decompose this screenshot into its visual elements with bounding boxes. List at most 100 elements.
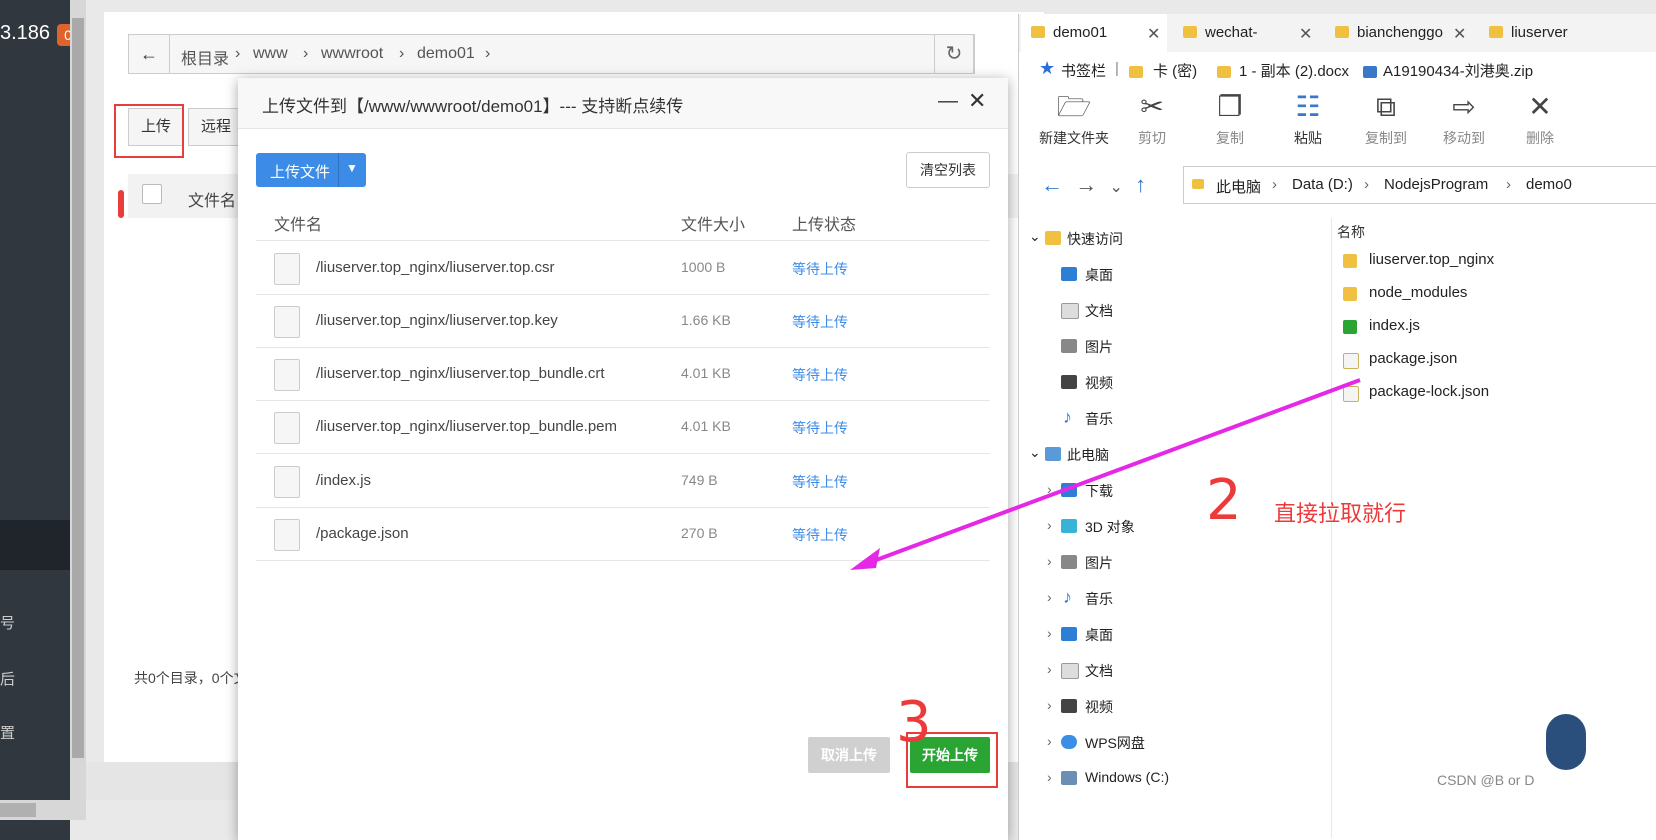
scrollbar-thumb[interactable]: [0, 803, 36, 817]
tree-item[interactable]: 下载: [1085, 481, 1113, 501]
tree-item[interactable]: WPS网盘: [1085, 733, 1145, 753]
breadcrumb-item[interactable]: demo01: [417, 45, 475, 63]
tree-item[interactable]: 桌面: [1085, 625, 1113, 645]
address-bar[interactable]: 此电脑 › Data (D:) › NodejsProgram › demo0: [1183, 166, 1656, 204]
file-size: 270 B: [681, 525, 718, 541]
column-filename[interactable]: 文件名: [188, 187, 236, 211]
tree-item[interactable]: 音乐: [1085, 409, 1113, 429]
bookmark-item[interactable]: A19190434-刘港奥.zip: [1383, 60, 1533, 81]
file-size: 1.66 KB: [681, 312, 731, 328]
star-icon: ★: [1039, 58, 1056, 78]
tree-item[interactable]: 文档: [1085, 661, 1113, 681]
vertical-scrollbar[interactable]: [70, 0, 86, 800]
breadcrumb-item[interactable]: www: [253, 45, 288, 63]
chevron-down-icon[interactable]: ⌄: [1109, 179, 1122, 196]
tree-item[interactable]: 桌面: [1085, 265, 1113, 285]
address-segment[interactable]: NodejsProgram: [1384, 176, 1488, 193]
button-separator: [338, 153, 339, 187]
breadcrumb-item[interactable]: 根目录: [181, 45, 229, 69]
file-list-item[interactable]: index.js: [1369, 317, 1420, 334]
tree-item-quick-access[interactable]: 快速访问: [1067, 229, 1123, 249]
scrollbar-thumb[interactable]: [72, 18, 84, 758]
copy-icon: ❐: [1217, 91, 1243, 122]
file-list-item[interactable]: package-lock.json: [1369, 383, 1489, 400]
json-file-icon: [1343, 386, 1359, 402]
close-icon[interactable]: ✕: [1147, 24, 1160, 44]
tree-item[interactable]: 图片: [1085, 553, 1113, 573]
chevron-down-icon[interactable]: ⌄: [1029, 444, 1041, 461]
file-list-item[interactable]: node_modules: [1369, 284, 1467, 301]
sidebar-item-fragment[interactable]: 号: [0, 612, 15, 633]
bookmark-folder-label[interactable]: 书签栏: [1061, 60, 1106, 81]
chevron-right-icon[interactable]: ›: [1047, 661, 1052, 677]
chevron-right-icon[interactable]: ›: [1047, 769, 1052, 785]
tab-bianchenggo[interactable]: bianchenggo ✕: [1325, 14, 1475, 52]
chevron-right-icon[interactable]: ›: [1047, 589, 1052, 605]
sidebar-item-fragment[interactable]: 后: [0, 668, 15, 689]
sidebar-item-fragment[interactable]: 置: [0, 722, 15, 743]
upload-row[interactable]: /liuserver.top_nginx/liuserver.top_bundl…: [256, 347, 990, 401]
close-icon[interactable]: ✕: [1453, 24, 1466, 44]
tree-item[interactable]: 音乐: [1085, 589, 1113, 609]
tree-item[interactable]: 视频: [1085, 697, 1113, 717]
close-icon[interactable]: ✕: [968, 88, 986, 114]
chevron-right-icon[interactable]: ›: [1047, 625, 1052, 641]
minimize-icon[interactable]: —: [938, 90, 958, 113]
address-segment[interactable]: demo0: [1526, 176, 1572, 193]
tree-item[interactable]: 图片: [1085, 337, 1113, 357]
tree-item[interactable]: 文档: [1085, 301, 1113, 321]
chevron-down-icon[interactable]: ⌄: [1029, 228, 1041, 245]
upload-row[interactable]: /package.json 270 B 等待上传: [256, 507, 990, 561]
move-to-button[interactable]: ⇨ 移动到: [1427, 90, 1501, 148]
horizontal-scrollbar[interactable]: [0, 800, 86, 820]
cut-button[interactable]: ✂ 剪切: [1115, 90, 1189, 148]
upload-file-button[interactable]: 上传文件 ▼: [256, 153, 366, 187]
delete-button[interactable]: ✕ 删除: [1503, 90, 1577, 148]
arrow-left-icon[interactable]: ←: [1041, 172, 1063, 197]
refresh-icon[interactable]: ↻: [934, 34, 974, 74]
arrow-right-icon[interactable]: →: [1075, 172, 1097, 197]
file-list-item[interactable]: liuserver.top_nginx: [1369, 251, 1494, 268]
chevron-right-icon[interactable]: ›: [1047, 697, 1052, 713]
file-list-item[interactable]: package.json: [1369, 350, 1457, 367]
select-all-checkbox[interactable]: [142, 184, 162, 204]
chevron-right-icon[interactable]: ›: [1047, 733, 1052, 749]
tree-item[interactable]: 视频: [1085, 373, 1113, 393]
chevron-right-icon: ›: [303, 45, 309, 62]
caret-down-icon[interactable]: ▼: [346, 161, 358, 175]
tree-item[interactable]: Windows (C:): [1085, 769, 1169, 785]
chevron-right-icon[interactable]: ›: [1047, 517, 1052, 533]
arrow-left-icon[interactable]: ←: [129, 35, 170, 73]
dialog-title: 上传文件到【/www/wwwroot/demo01】--- 支持断点续传: [262, 97, 684, 116]
upload-row[interactable]: /index.js 749 B 等待上传: [256, 454, 990, 508]
upload-row[interactable]: /liuserver.top_nginx/liuserver.top_bundl…: [256, 400, 990, 454]
tab-liuserver[interactable]: liuserver: [1479, 14, 1629, 52]
tree-item-this-pc[interactable]: 此电脑: [1067, 445, 1109, 465]
upload-row[interactable]: /liuserver.top_nginx/liuserver.top.key 1…: [256, 294, 990, 348]
column-header-name[interactable]: 名称: [1337, 222, 1365, 242]
upload-row[interactable]: /liuserver.top_nginx/liuserver.top.csr 1…: [256, 241, 990, 295]
new-folder-button[interactable]: 🗁 新建文件夹: [1037, 90, 1111, 148]
file-size: 4.01 KB: [681, 365, 731, 381]
bookmark-item[interactable]: 1 - 副本 (2).docx: [1239, 60, 1349, 81]
paste-button[interactable]: ☷ 粘贴: [1271, 90, 1345, 148]
cancel-upload-button[interactable]: 取消上传: [808, 737, 890, 773]
address-segment[interactable]: 此电脑: [1216, 176, 1261, 197]
tree-item[interactable]: 3D 对象: [1085, 517, 1135, 537]
close-icon[interactable]: ✕: [1299, 24, 1312, 44]
copy-button[interactable]: ❐ 复制: [1193, 90, 1267, 148]
tab-demo01[interactable]: demo01 ✕: [1021, 14, 1167, 52]
file-icon: [274, 306, 300, 338]
address-segment[interactable]: Data (D:): [1292, 176, 1353, 193]
copy-to-button[interactable]: ⧉ 复制到: [1349, 90, 1423, 148]
path-bar[interactable]: ← 根目录 › www › wwwroot › demo01 ›: [128, 34, 975, 74]
clear-list-button[interactable]: 清空列表: [906, 152, 990, 188]
arrow-up-icon[interactable]: ↑: [1135, 172, 1146, 197]
tab-wechat[interactable]: wechat- ✕: [1173, 14, 1323, 52]
sidebar-active-item[interactable]: [0, 520, 70, 570]
bookmark-item[interactable]: 卡 (密): [1153, 60, 1197, 81]
floating-assistant-icon[interactable]: [1546, 714, 1586, 770]
chevron-right-icon[interactable]: ›: [1047, 553, 1052, 569]
breadcrumb-item[interactable]: wwwroot: [321, 45, 383, 63]
chevron-right-icon[interactable]: ›: [1047, 481, 1052, 497]
